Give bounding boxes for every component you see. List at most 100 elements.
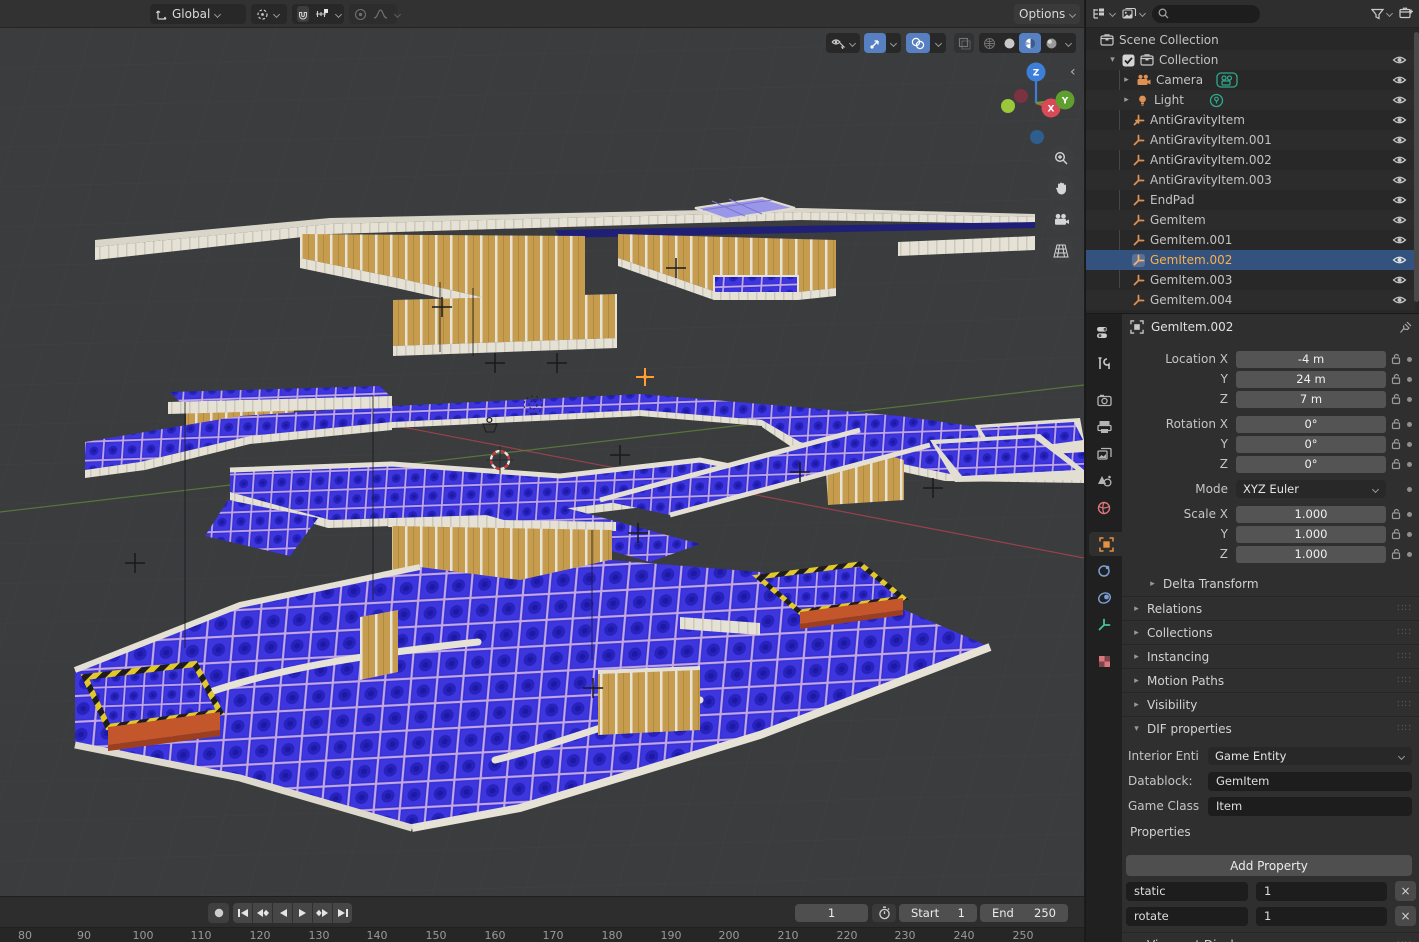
transform-orientation-dropdown[interactable]: Global [150, 4, 246, 24]
eye-icon[interactable] [1392, 114, 1407, 126]
animate-dot[interactable] [1407, 397, 1412, 402]
outliner-search-box[interactable] [1152, 5, 1260, 23]
tab-physics[interactable] [1089, 586, 1119, 610]
eye-icon[interactable] [1392, 234, 1407, 246]
outliner-row-endpad[interactable]: EndPad [1086, 190, 1415, 210]
checkbox-checked[interactable] [1122, 54, 1135, 67]
viewport-3d-canvas[interactable]: ‹ Z X Y [0, 28, 1084, 896]
tab-scene[interactable] [1089, 469, 1119, 493]
tab-tool[interactable] [1089, 352, 1119, 376]
scale-x-field[interactable]: 1.000 [1236, 506, 1386, 523]
outliner-row-gemitem-003[interactable]: GemItem.003 [1086, 270, 1415, 290]
lock-icon[interactable] [1391, 353, 1402, 365]
snap-target-icon[interactable] [315, 8, 329, 20]
section-instancing[interactable]: ▸Instancing∷∷ [1122, 644, 1419, 668]
lock-icon[interactable] [1391, 508, 1402, 520]
proportional-edit-icon[interactable] [354, 8, 367, 21]
eye-icon[interactable] [1392, 74, 1407, 86]
rotation-x-field[interactable]: 0° [1236, 416, 1386, 433]
tab-output[interactable] [1089, 415, 1119, 439]
property-name-field[interactable]: rotate [1126, 907, 1248, 926]
outliner-display-mode-dropdown[interactable] [1122, 7, 1146, 20]
outliner-row-camera[interactable]: ▸ Camera [1086, 70, 1415, 90]
auto-keying-record-button[interactable] [208, 903, 229, 923]
animate-dot[interactable] [1407, 552, 1412, 557]
editor-type-outliner-dropdown[interactable] [1092, 7, 1116, 20]
eye-icon[interactable] [1392, 154, 1407, 166]
outliner-scrollbar[interactable] [1414, 32, 1419, 302]
jump-to-prev-keyframe-button[interactable] [253, 903, 272, 923]
perspective-toggle-button[interactable] [1048, 238, 1074, 264]
outliner-row-gemitem-004[interactable]: GemItem.004 [1086, 290, 1415, 310]
lock-icon[interactable] [1391, 528, 1402, 540]
outliner-row-gemitem-001[interactable]: GemItem.001 [1086, 230, 1415, 250]
outliner-row-antigravityitem-003[interactable]: AntiGravityItem.003 [1086, 170, 1415, 190]
disclosure-triangle-icon[interactable]: ▸ [1122, 75, 1131, 85]
shading-solid-button[interactable] [999, 33, 1019, 53]
outliner-row-scene-collection[interactable]: Scene Collection [1086, 30, 1415, 50]
falloff-curve-icon[interactable] [373, 8, 388, 20]
outliner-row-gemitem-002-selected[interactable]: GemItem.002 [1086, 250, 1415, 270]
scale-y-field[interactable]: 1.000 [1236, 526, 1386, 543]
delete-property-button[interactable]: × [1395, 906, 1416, 926]
outliner-row-gemitem[interactable]: GemItem [1086, 210, 1415, 230]
timeline-ruler[interactable]: 80 90 100 110 120 130 140 150 160 170 18… [0, 927, 1084, 942]
lock-icon[interactable] [1391, 418, 1402, 430]
zoom-button[interactable] [1048, 145, 1074, 171]
outliner-row-collection[interactable]: ▾ Collection [1086, 50, 1415, 70]
datablock-field[interactable]: GemItem [1208, 772, 1412, 791]
property-value-field[interactable]: 1 [1256, 907, 1387, 926]
section-collections[interactable]: ▸Collections∷∷ [1122, 620, 1419, 644]
editor-type-properties-dropdown[interactable] [1089, 321, 1119, 345]
eye-icon[interactable] [1392, 174, 1407, 186]
property-name-field[interactable]: static [1126, 882, 1248, 901]
animate-dot[interactable] [1407, 512, 1412, 517]
lock-icon[interactable] [1391, 548, 1402, 560]
jump-to-end-button[interactable] [333, 903, 352, 923]
animate-dot[interactable] [1407, 357, 1412, 362]
tab-object[interactable] [1089, 532, 1123, 556]
section-delta-transform[interactable]: ▸ Delta Transform [1122, 572, 1419, 596]
eye-icon[interactable] [1392, 294, 1407, 306]
jump-to-start-button[interactable] [233, 903, 252, 923]
animate-dot[interactable] [1407, 462, 1412, 467]
shading-material-preview-button[interactable] [1019, 33, 1041, 53]
disclosure-triangle-icon[interactable]: ▾ [1108, 55, 1117, 65]
frame-end-field[interactable]: End 250 [980, 904, 1068, 922]
disclosure-triangle-icon[interactable]: ▸ [1122, 95, 1131, 105]
eye-icon[interactable] [1392, 274, 1407, 286]
playback-sync-stopwatch-icon[interactable] [872, 904, 896, 922]
outliner-row-antigravityitem-001[interactable]: AntiGravityItem.001 [1086, 130, 1415, 150]
eye-icon[interactable] [1392, 94, 1407, 106]
shading-rendered-button[interactable] [1041, 33, 1061, 53]
outliner-row-antigravityitem-002[interactable]: AntiGravityItem.002 [1086, 150, 1415, 170]
camera-view-button[interactable] [1048, 206, 1074, 232]
section-relations[interactable]: ▸Relations∷∷ [1122, 596, 1419, 620]
eye-icon[interactable] [1392, 214, 1407, 226]
outliner-row-light[interactable]: ▸ Light [1086, 90, 1415, 110]
animate-dot[interactable] [1407, 532, 1412, 537]
section-visibility[interactable]: ▸Visibility∷∷ [1122, 692, 1419, 716]
tab-render[interactable] [1089, 388, 1119, 412]
outliner-row-antigravityitem[interactable]: AntiGravityItem [1086, 110, 1415, 130]
tab-constraints[interactable] [1089, 559, 1119, 583]
section-motion-paths[interactable]: ▸Motion Paths∷∷ [1122, 668, 1419, 692]
animate-dot[interactable] [1407, 377, 1412, 382]
search-input[interactable] [1173, 7, 1253, 20]
pivot-point-dropdown[interactable] [251, 4, 287, 24]
current-frame-field[interactable]: 1 [795, 904, 868, 922]
lock-icon[interactable] [1391, 458, 1402, 470]
tab-view-layer[interactable] [1089, 442, 1119, 466]
lock-icon[interactable] [1391, 373, 1402, 385]
animate-dot[interactable] [1407, 442, 1412, 447]
animate-dot[interactable] [1407, 487, 1412, 492]
xray-toggle[interactable] [954, 33, 974, 53]
add-property-button[interactable]: Add Property [1126, 855, 1412, 876]
eye-icon[interactable] [1392, 54, 1407, 66]
pan-hand-button[interactable] [1048, 175, 1074, 201]
play-button[interactable] [293, 903, 312, 923]
options-dropdown[interactable]: Options [1014, 4, 1080, 24]
breadcrumb-object-name[interactable]: GemItem.002 [1151, 320, 1233, 334]
animate-dot[interactable] [1407, 422, 1412, 427]
tab-texture[interactable] [1089, 649, 1119, 673]
